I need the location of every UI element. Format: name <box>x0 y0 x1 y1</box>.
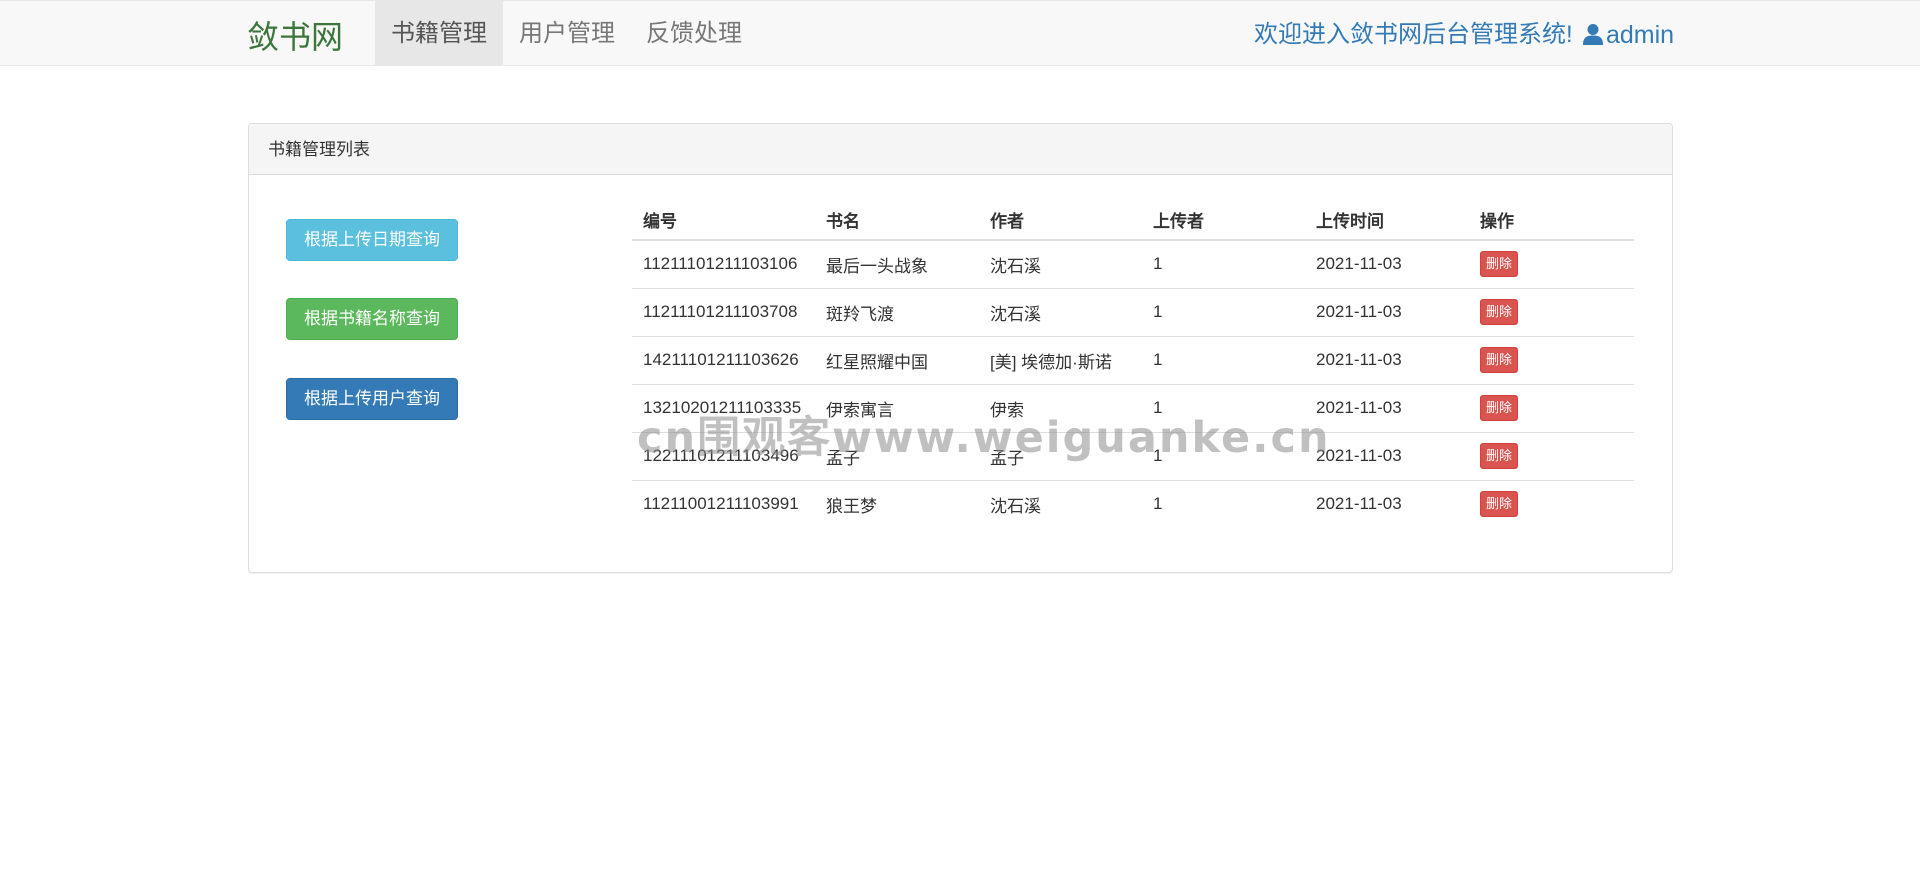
user-icon <box>1583 24 1603 45</box>
delete-button[interactable]: 删除 <box>1480 491 1519 518</box>
cell-name: 孟子 <box>815 431 979 480</box>
nav-tab-feedback[interactable]: 反馈处理 <box>631 1 757 66</box>
query-by-user-button[interactable]: 根据上传用户查询 <box>286 378 458 420</box>
table-header-row: 编号 书名 作者 上传者 上传时间 操作 <box>632 199 1634 241</box>
top-navbar: 敛书网 书籍管理 用户管理 反馈处理 欢迎进入敛书网后台管理系统! admin <box>0 0 1920 66</box>
cell-uploader: 1 <box>1142 431 1305 480</box>
cell-name: 最后一头战象 <box>826 256 928 276</box>
cell-action: 删除 <box>1469 479 1634 528</box>
header-author: 作者 <box>979 199 1142 241</box>
query-by-name-button[interactable]: 根据书籍名称查询 <box>286 298 458 340</box>
header-id: 编号 <box>632 199 815 241</box>
cell-author: 沈石溪 <box>979 287 1142 336</box>
username-label: admin <box>1606 21 1675 49</box>
header-action: 操作 <box>1469 199 1634 241</box>
nav-tab-user-management[interactable]: 用户管理 <box>503 1 631 66</box>
delete-button[interactable]: 删除 <box>1480 251 1519 278</box>
cell-author: 沈石溪 <box>990 256 1041 276</box>
table-row: 11211001211103991 狼王梦 沈石溪 1 2021-11-03 删… <box>632 479 1634 528</box>
brand-logo[interactable]: 敛书网 <box>247 1 343 67</box>
table-row: 12211101211103496 孟子 孟子 1 2021-11-03 删除 <box>632 431 1634 480</box>
cell-action: 删除 <box>1469 431 1634 480</box>
header-upload-time: 上传时间 <box>1305 199 1469 241</box>
table-row: 14211101211103626 红星照耀中国 [美] 埃德加·斯诺 1 20… <box>632 335 1634 384</box>
cell-id: 11211101211103708 <box>632 287 815 336</box>
delete-button[interactable]: 删除 <box>1480 443 1519 469</box>
cell-action: 删除 <box>1469 383 1634 432</box>
query-by-date-button[interactable]: 根据上传日期查询 <box>286 219 458 261</box>
cell-author: 伊索 <box>979 383 1142 432</box>
cell-id: 13210201211103335 <box>632 383 815 432</box>
cell-id: 11211101211103106 <box>643 254 798 274</box>
header-name: 书名 <box>815 199 979 241</box>
cell-author: 孟子 <box>979 431 1142 480</box>
delete-button[interactable]: 删除 <box>1480 395 1519 421</box>
table-row: 11211101211103106 最后一头战象 沈石溪 1 2021-11-0… <box>632 240 1634 288</box>
cell-id: 11211001211103991 <box>632 479 815 528</box>
table-row: 13210201211103335 伊索寓言 伊索 1 2021-11-03 删… <box>632 383 1634 432</box>
cell-name: 伊索寓言 <box>815 383 979 432</box>
nav-tab-book-management[interactable]: 书籍管理 <box>375 1 503 66</box>
cell-time: 2021-11-03 <box>1305 335 1469 384</box>
cell-id: 14211101211103626 <box>632 335 815 384</box>
user-menu[interactable]: admin <box>1582 1 1674 67</box>
book-table: 编号 书名 作者 上传者 上传时间 操作 11211101211103106 最… <box>632 199 1634 528</box>
cell-time: 2021-11-03 <box>1305 431 1469 480</box>
table-row: 11211101211103708 斑羚飞渡 沈石溪 1 2021-11-03 … <box>632 287 1634 336</box>
cell-uploader: 1 <box>1142 479 1305 528</box>
header-uploader: 上传者 <box>1142 199 1305 241</box>
cell-name: 狼王梦 <box>815 479 979 528</box>
cell-author: 沈石溪 <box>979 479 1142 528</box>
delete-button[interactable]: 删除 <box>1480 347 1519 373</box>
panel-title: 书籍管理列表 <box>249 124 1672 175</box>
delete-button[interactable]: 删除 <box>1480 299 1519 325</box>
cell-time: 2021-11-03 <box>1305 479 1469 528</box>
cell-time: 2021-11-03 <box>1305 383 1469 432</box>
welcome-text: 欢迎进入敛书网后台管理系统! <box>1254 21 1573 48</box>
cell-action: 删除 <box>1469 287 1634 336</box>
cell-action: 删除 <box>1469 335 1634 384</box>
cell-time: 2021-11-03 <box>1316 254 1402 274</box>
cell-uploader: 1 <box>1142 287 1305 336</box>
cell-uploader: 1 <box>1142 383 1305 432</box>
cell-name: 红星照耀中国 <box>815 335 979 384</box>
cell-action: 删除 <box>1469 240 1634 288</box>
cell-time: 2021-11-03 <box>1305 287 1469 336</box>
cell-author: [美] 埃德加·斯诺 <box>979 335 1142 384</box>
cell-uploader: 1 <box>1142 335 1305 384</box>
cell-uploader: 1 <box>1153 254 1163 274</box>
cell-name: 斑羚飞渡 <box>815 287 979 336</box>
cell-id: 12211101211103496 <box>632 431 815 480</box>
